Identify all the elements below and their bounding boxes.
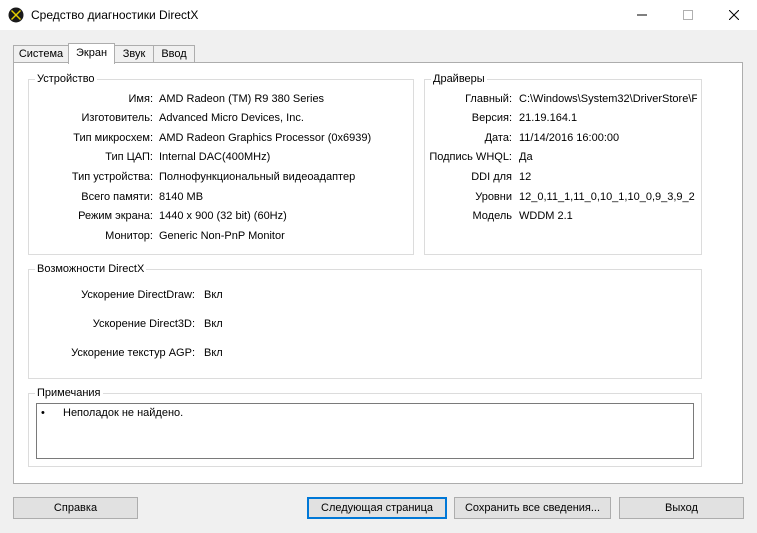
device-label: Тип микросхем: [73,132,153,144]
notes-textbox[interactable]: • Неполадок не найдено. [36,403,694,459]
directx-label: Ускорение Direct3D: [92,318,195,330]
device-row-dac-type: Тип ЦАП: Internal DAC(400MHz) [28,150,414,164]
directx-label: Ускорение DirectDraw: [81,289,195,301]
maximize-icon [683,10,693,20]
device-row-chip-type: Тип микросхем: AMD Radeon Graphics Proce… [28,131,414,145]
minimize-icon [637,14,647,16]
drivers-value: C:\Windows\System32\DriverStore\F [519,93,697,105]
window-title: Средство диагностики DirectX [31,8,199,22]
save-all-info-button[interactable]: Сохранить все сведения... [454,497,611,519]
device-value: AMD Radeon (TM) R9 380 Series [159,93,325,105]
tab-sound[interactable]: Звук [114,45,154,63]
title-bar: Средство диагностики DirectX [0,0,757,30]
drivers-label: Дата: [484,132,512,144]
minimize-button[interactable] [619,0,665,30]
drivers-row-model: Модель WDDM 2.1 [424,209,702,223]
device-row-manufacturer: Изготовитель: Advanced Micro Devices, In… [28,111,414,125]
device-value: Generic Non-PnP Monitor [159,230,285,242]
device-row-device-type: Тип устройства: Полнофункциональный виде… [28,170,414,184]
drivers-value: Да [519,151,533,163]
device-label: Имя: [128,93,153,105]
drivers-row-version: Версия: 21.19.164.1 [424,111,702,125]
drivers-row-feature-levels: Уровни 12_0,11_1,11_0,10_1,10_0,9_3,9_2 [424,190,702,204]
drivers-label: Главный: [465,93,512,105]
close-button[interactable] [711,0,757,30]
drivers-group-title: Драйверы [431,73,487,85]
device-row-name: Имя: AMD Radeon (TM) R9 380 Series [28,92,414,106]
device-value: Internal DAC(400MHz) [159,151,271,163]
device-value: Advanced Micro Devices, Inc. [159,112,304,124]
device-group-title: Устройство [35,73,97,85]
directx-value: Вкл [204,289,223,301]
directx-row-agp: Ускорение текстур AGP: Вкл [28,346,702,360]
device-row-monitor: Монитор: Generic Non-PnP Monitor [28,229,414,243]
tab-input[interactable]: Ввод [153,45,195,63]
drivers-label: Модель [472,210,512,222]
device-value: Полнофункциональный видеоадаптер [159,171,356,183]
close-icon [729,10,739,20]
drivers-value: 12 [519,171,532,183]
device-label: Тип устройства: [71,171,153,183]
maximize-button[interactable] [665,0,711,30]
device-label: Режим экрана: [78,210,153,222]
exit-button[interactable]: Выход [619,497,744,519]
notes-title: Примечания [35,387,103,399]
directx-value: Вкл [204,318,223,330]
device-label: Изготовитель: [81,112,154,124]
directx-row-directdraw: Ускорение DirectDraw: Вкл [28,288,702,302]
tab-display[interactable]: Экран [68,43,115,64]
notes-text: Неполадок не найдено. [63,407,184,419]
drivers-row-main: Главный: C:\Windows\System32\DriverStore… [424,92,702,106]
next-page-button[interactable]: Следующая страница [307,497,447,519]
directx-x-icon [8,7,24,23]
directx-value: Вкл [204,347,223,359]
drivers-value: 11/14/2016 16:00:00 [519,132,620,144]
tab-system[interactable]: Система [13,45,69,63]
drivers-value: 12_0,11_1,11_0,10_1,10_0,9_3,9_2 [519,191,695,203]
device-row-total-memory: Всего памяти: 8140 MB [28,190,414,204]
drivers-label: Подпись WHQL: [429,151,512,163]
drivers-row-whql: Подпись WHQL: Да [424,150,702,164]
device-value: AMD Radeon Graphics Processor (0x6939) [159,132,372,144]
drivers-label: Уровни [475,191,512,203]
directx-label: Ускорение текстур AGP: [71,347,195,359]
drivers-value: WDDM 2.1 [519,210,573,222]
drivers-row-date: Дата: 11/14/2016 16:00:00 [424,131,702,145]
directx-row-direct3d: Ускорение Direct3D: Вкл [28,317,702,331]
directx-features-title: Возможности DirectX [35,263,147,275]
device-label: Всего памяти: [81,191,153,203]
drivers-row-ddi: DDI для 12 [424,170,702,184]
help-button[interactable]: Справка [13,497,138,519]
drivers-label: Версия: [471,112,512,124]
drivers-value: 21.19.164.1 [519,112,578,124]
device-value: 8140 MB [159,191,204,203]
device-label: Тип ЦАП: [105,151,153,163]
device-label: Монитор: [105,230,153,242]
device-value: 1440 x 900 (32 bit) (60Hz) [159,210,287,222]
device-row-display-mode: Режим экрана: 1440 x 900 (32 bit) (60Hz) [28,209,414,223]
drivers-label: DDI для [471,171,512,183]
notes-bullet: • [41,407,45,419]
